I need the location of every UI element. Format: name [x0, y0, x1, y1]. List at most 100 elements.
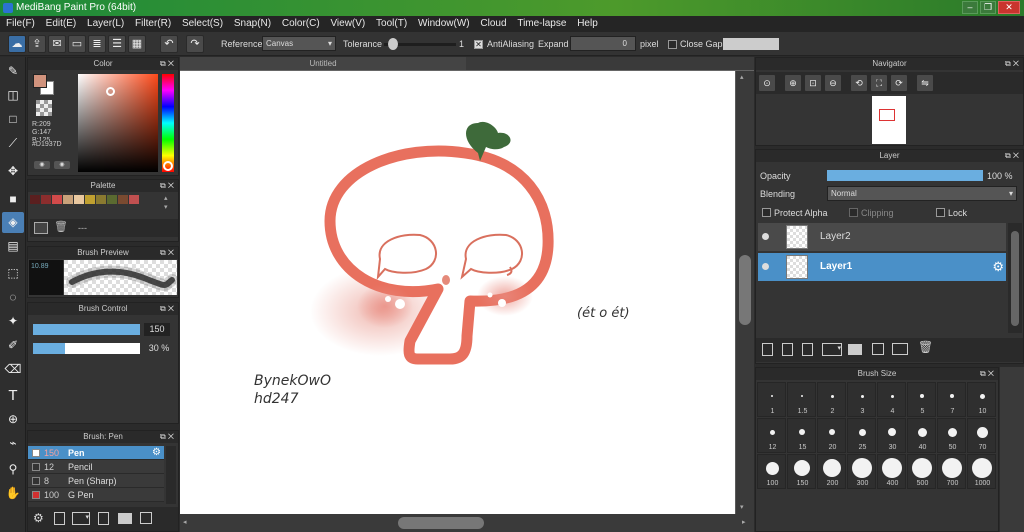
menu-file[interactable]: File(F) — [6, 18, 35, 29]
menu-window[interactable]: Window(W) — [418, 18, 470, 29]
brush-size-option[interactable]: 4 — [877, 382, 906, 417]
cloud-icon[interactable]: ☁ — [8, 35, 26, 53]
magic-wand-tool-icon[interactable]: ✦ — [2, 311, 24, 332]
undo-icon[interactable]: ↶ — [160, 35, 178, 53]
reference-select[interactable]: Canvas ▾ — [262, 36, 336, 51]
brush-size-option[interactable]: 25 — [847, 418, 876, 453]
divide-tool-icon[interactable]: ⌁ — [2, 433, 24, 454]
redo-icon[interactable]: ↷ — [186, 35, 204, 53]
panel-float-close-icon[interactable]: ⧉ ✕ — [160, 58, 174, 70]
menu-select[interactable]: Select(S) — [182, 18, 223, 29]
select-pen-tool-icon[interactable]: ✐ — [2, 335, 24, 356]
brush-properties-icon[interactable] — [98, 512, 109, 525]
lock-checkbox[interactable] — [936, 208, 945, 217]
brush-size-option[interactable]: 2 — [817, 382, 846, 417]
brush-size-option[interactable]: 150 — [787, 454, 816, 489]
brush-size-option[interactable]: 7 — [937, 382, 966, 417]
scroll-right-icon[interactable]: ▸ — [742, 518, 746, 526]
panel-float-close-icon[interactable]: ⧉ ✕ — [160, 247, 174, 259]
scroll-left-icon[interactable]: ◂ — [183, 518, 187, 526]
brush-settings-icon[interactable]: ⚙ — [33, 511, 44, 525]
eyedropper-tool-icon[interactable]: ⚲ — [2, 459, 24, 480]
new-palette-icon[interactable] — [34, 222, 48, 234]
close-gaps-slider[interactable] — [723, 38, 779, 50]
eye-icon[interactable] — [762, 233, 769, 240]
panel-float-close-icon[interactable]: ⧉ ✕ — [160, 431, 174, 443]
scroll-down-icon[interactable]: ▾ — [740, 503, 744, 511]
brush-size-option[interactable]: 12 — [757, 418, 786, 453]
brush-size-option[interactable]: 1.5 — [787, 382, 816, 417]
hand-tool-icon[interactable]: ✋ — [2, 483, 24, 504]
add-layer-dropdown-icon[interactable]: ▾ — [822, 343, 842, 356]
brush-size-option[interactable]: 40 — [907, 418, 936, 453]
palette-swatch[interactable] — [63, 195, 73, 204]
tab-untitled[interactable]: Untitled — [180, 57, 466, 70]
trash-icon[interactable]: 🗑 — [918, 340, 933, 354]
drawing-canvas[interactable]: (ét o ét) BynekOwO hd247 — [180, 71, 735, 514]
text-tool-icon[interactable]: T — [2, 385, 24, 406]
palette-swatch[interactable] — [52, 195, 62, 204]
new-layer-icon[interactable] — [762, 343, 773, 356]
rotate-left-icon[interactable]: ⟲ — [850, 74, 868, 92]
navigator-viewport[interactable] — [879, 109, 895, 121]
brush-size-option[interactable]: 700 — [937, 454, 966, 489]
lasso-tool-icon[interactable]: ◌ — [2, 287, 24, 308]
tolerance-slider-handle[interactable] — [387, 38, 398, 50]
menu-cloud[interactable]: Cloud — [480, 18, 506, 29]
rectangle-tool-icon[interactable]: □ — [2, 109, 24, 130]
brush-size-option[interactable]: 1000 — [967, 454, 996, 489]
folder-icon[interactable] — [848, 344, 862, 355]
gear-icon[interactable]: ⚙ — [152, 446, 161, 460]
brush-tool-icon[interactable]: ✎ — [2, 61, 24, 82]
trash-icon[interactable]: 🗑 — [54, 220, 68, 233]
color-mode-button[interactable]: ◉ — [34, 161, 50, 169]
list-icon[interactable]: ☰ — [108, 35, 126, 53]
menu-tool[interactable]: Tool(T) — [376, 18, 407, 29]
palette-swatch[interactable] — [129, 195, 139, 204]
zoom-out-icon[interactable]: ⊖ — [824, 74, 842, 92]
brush-size-option[interactable]: 30 — [877, 418, 906, 453]
expand-field[interactable]: 0 — [570, 36, 636, 51]
palette-swatch[interactable] — [96, 195, 106, 204]
palette-swatch[interactable] — [85, 195, 95, 204]
palette-swatch[interactable] — [41, 195, 51, 204]
zoom-fit-icon[interactable]: ⊙ — [758, 74, 776, 92]
menu-edit[interactable]: Edit(E) — [46, 18, 77, 29]
eye-icon[interactable] — [762, 263, 769, 270]
menu-help[interactable]: Help — [577, 18, 598, 29]
brush-list-item[interactable]: 150 Pen ⚙ — [28, 446, 164, 460]
palette-swatch[interactable] — [30, 195, 40, 204]
select-eraser-tool-icon[interactable]: ⌫ — [2, 359, 24, 380]
brush-size-option[interactable]: 200 — [817, 454, 846, 489]
saturation-value-picker[interactable] — [78, 74, 158, 172]
color-picker-cursor[interactable] — [106, 87, 115, 96]
brush-size-option[interactable]: 100 — [757, 454, 786, 489]
new-brush-icon[interactable] — [54, 512, 65, 525]
new-8bit-layer-icon[interactable] — [802, 343, 813, 356]
select-tool-icon[interactable]: ⬚ — [2, 263, 24, 284]
eraser-tool-icon[interactable]: ◫ — [2, 85, 24, 106]
fill-shape-tool-icon[interactable]: ■ — [2, 189, 24, 210]
add-brush-dropdown-icon[interactable]: ▾ — [72, 512, 90, 525]
operation-tool-icon[interactable]: ⊕ — [2, 409, 24, 430]
dot-tool-icon[interactable]: ⟋ — [2, 133, 24, 154]
menu-view[interactable]: View(V) — [330, 18, 365, 29]
brush-size-option[interactable]: 10 — [967, 382, 996, 417]
hue-slider[interactable] — [162, 74, 174, 172]
menu-layer[interactable]: Layer(L) — [87, 18, 124, 29]
brush-size-option[interactable]: 3 — [847, 382, 876, 417]
brush-size-option[interactable]: 400 — [877, 454, 906, 489]
brush-size-option[interactable]: 70 — [967, 418, 996, 453]
brush-list-item[interactable]: 8 Pen (Sharp) — [28, 474, 164, 488]
vertical-scrollbar-thumb[interactable] — [739, 255, 751, 325]
panel-float-close-icon[interactable]: ⧉ ✕ — [1005, 150, 1019, 162]
brush-list-item[interactable]: 12 Pencil — [28, 460, 164, 474]
menu-filter[interactable]: Filter(R) — [135, 18, 171, 29]
foreground-color-swatch[interactable] — [33, 74, 47, 88]
brush-opacity-slider[interactable] — [33, 343, 140, 354]
gradient-tool-icon[interactable]: ▤ — [2, 236, 24, 257]
layer-list-scrollbar[interactable] — [1008, 223, 1022, 333]
layer-row[interactable]: Layer2 — [758, 223, 1006, 251]
brush-size-option[interactable]: 500 — [907, 454, 936, 489]
layer-opacity-slider[interactable] — [827, 170, 983, 181]
